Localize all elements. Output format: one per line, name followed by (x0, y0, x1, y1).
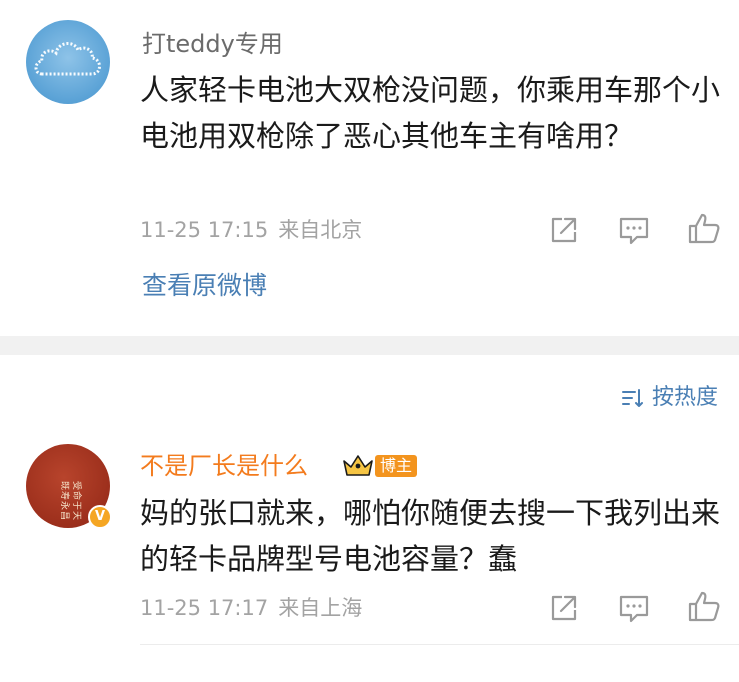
sort-icon (622, 389, 643, 407)
avatar[interactable] (26, 20, 110, 104)
username[interactable]: 不是厂长是什么 (140, 451, 308, 481)
sort-label: 按热度 (652, 385, 719, 410)
comment-button[interactable] (617, 591, 651, 625)
timestamp: 11-25 17:17 (140, 596, 269, 620)
divider (140, 644, 739, 645)
username[interactable]: 打teddy专用 (142, 29, 283, 59)
share-icon (551, 595, 577, 621)
share-button[interactable] (547, 591, 581, 625)
comment-icon (619, 217, 649, 245)
verified-badge: V (88, 505, 112, 529)
location: 来自北京 (278, 218, 363, 242)
thumbs-up-icon (688, 213, 720, 244)
author-badge: 博主 (375, 455, 418, 477)
svg-text:既寿永昌: 既寿永昌 (59, 481, 71, 521)
comment-icon (619, 595, 649, 623)
comment-button[interactable] (617, 213, 651, 247)
timestamp: 11-25 17:15 (140, 218, 269, 242)
view-original-link[interactable]: 查看原微博 (142, 270, 267, 302)
cloud-avatar-icon (34, 42, 101, 76)
location: 来自上海 (278, 596, 363, 620)
section-divider (0, 336, 739, 355)
comment-meta: 11-25 17:17 来自上海 (140, 594, 362, 622)
share-icon (551, 217, 577, 243)
like-button[interactable] (687, 589, 721, 623)
comment-meta: 11-25 17:15 来自北京 (140, 216, 362, 244)
share-button[interactable] (547, 213, 581, 247)
comment-text: 妈的张口就来，哪怕你随便去搜一下我列出来的轻卡品牌型号电池容量？蠢 (140, 496, 721, 576)
svg-text:受命于天: 受命于天 (71, 481, 83, 521)
like-button[interactable] (687, 211, 721, 245)
thumbs-up-icon (688, 591, 720, 622)
crown-badge-icon (343, 455, 373, 476)
comment-text: 人家轻卡电池大双枪没问题，你乘用车那个小电池用双枪除了恶心其他车主有啥用？ (140, 73, 721, 153)
crown-badge (341, 452, 375, 480)
